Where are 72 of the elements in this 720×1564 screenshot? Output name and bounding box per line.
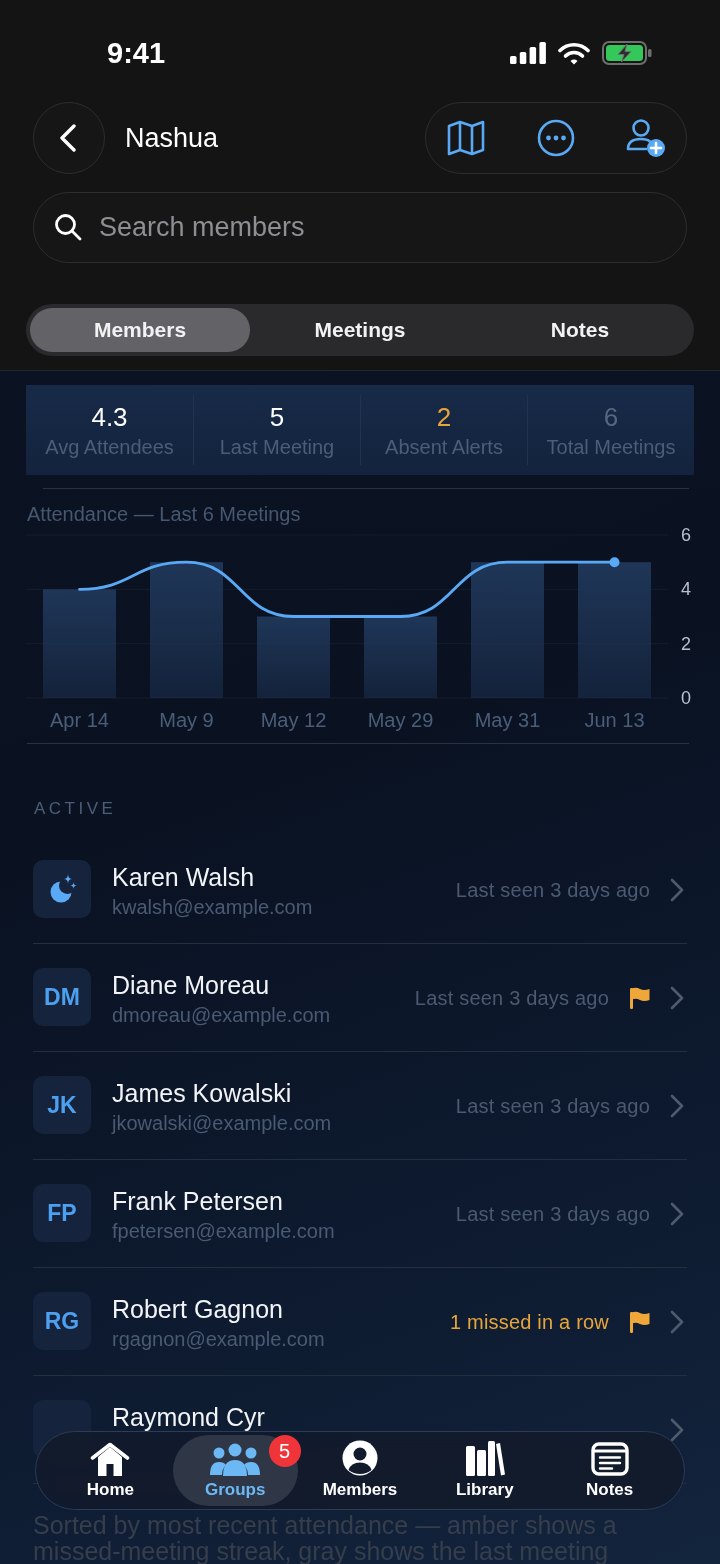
segment-tab[interactable]: Members xyxy=(30,308,250,352)
member-name[interactable]: Diane Moreau xyxy=(112,972,270,998)
member-name[interactable]: Karen Walsh xyxy=(112,864,255,890)
member-name[interactable]: Robert Gagnon xyxy=(112,1296,283,1322)
member-email: jkowalski@example.com xyxy=(112,1111,332,1135)
group-icon xyxy=(210,1442,261,1476)
stat-label: Avg Attendees xyxy=(45,436,174,458)
chevron-right-icon[interactable] xyxy=(670,1201,684,1226)
status-text: Last seen 3 days ago xyxy=(455,1201,650,1226)
moon-icon xyxy=(33,860,91,918)
status-text: Last seen 3 days ago xyxy=(455,877,650,902)
stat-value: 2 xyxy=(436,403,452,431)
x-axis-label: May 31 xyxy=(474,709,541,731)
back-icon xyxy=(59,124,76,152)
stat-label: Absent Alerts xyxy=(385,436,503,458)
stat-value: 6 xyxy=(603,403,619,431)
status-text: 1 missed in a row xyxy=(450,1309,609,1334)
x-axis-label: May 29 xyxy=(367,709,434,731)
chevron-right-icon[interactable] xyxy=(670,877,684,902)
wifi-icon xyxy=(558,41,590,65)
y-tick-label: 4 xyxy=(681,579,691,600)
avatar: JK xyxy=(33,1076,91,1134)
member-name[interactable]: Raymond Cyr xyxy=(112,1404,265,1430)
member-email: fpetersen@example.com xyxy=(112,1219,335,1243)
chevron-right-icon[interactable] xyxy=(670,1417,684,1442)
chevron-right-icon[interactable] xyxy=(670,1309,684,1334)
more-icon[interactable] xyxy=(536,119,575,157)
member-name[interactable]: Frank Petersen xyxy=(112,1188,283,1214)
member-email: dmoreau@example.com xyxy=(112,1003,331,1027)
books-icon xyxy=(464,1440,505,1476)
y-tick-label: 0 xyxy=(681,688,691,708)
notes-icon xyxy=(590,1442,629,1476)
page-title: Nashua xyxy=(125,122,219,154)
member-name[interactable]: James Kowalski xyxy=(112,1080,292,1106)
add-person-icon[interactable] xyxy=(626,118,666,158)
avatar: DM xyxy=(33,968,91,1026)
member-email: kwalsh@example.com xyxy=(112,895,313,919)
search-field[interactable]: Search members xyxy=(33,192,687,263)
segment-tab[interactable]: Notes xyxy=(470,308,690,352)
x-axis-label: Jun 13 xyxy=(584,709,645,731)
data-point xyxy=(609,557,620,568)
battery-icon xyxy=(602,41,652,65)
map-icon[interactable] xyxy=(447,120,485,156)
stat-value: 4.3 xyxy=(91,403,128,431)
status-text: Last seen 3 days ago xyxy=(414,985,609,1010)
tab-bar-item[interactable]: Groups 5 xyxy=(172,1435,298,1506)
x-axis-label: May 12 xyxy=(260,709,327,731)
y-tick-label: 2 xyxy=(681,633,691,654)
avatar: FP xyxy=(33,1184,91,1242)
status-time: 9:41 xyxy=(107,36,166,70)
x-axis-label: May 9 xyxy=(159,709,214,731)
home-icon xyxy=(90,1442,131,1476)
segment-tab[interactable]: Meetings xyxy=(250,308,470,352)
tab-bar-item[interactable]: Notes xyxy=(547,1435,672,1506)
search-icon xyxy=(54,213,82,241)
stat-label: Total Meetings xyxy=(546,436,676,458)
badge: 5 xyxy=(268,1435,301,1467)
stat-label: Last Meeting xyxy=(219,436,335,458)
person-icon xyxy=(342,1440,378,1476)
chevron-right-icon[interactable] xyxy=(670,1093,684,1118)
member-email: rgagnon@example.com xyxy=(112,1327,325,1351)
signal-icon xyxy=(510,42,546,64)
chevron-right-icon[interactable] xyxy=(670,985,684,1010)
y-tick-label: 6 xyxy=(681,527,691,545)
x-axis-label: Apr 14 xyxy=(50,709,109,731)
tab-bar-item[interactable]: Home xyxy=(48,1435,173,1506)
status-text: Last seen 3 days ago xyxy=(455,1093,650,1118)
tab-bar-item[interactable]: Library xyxy=(422,1435,548,1506)
stat-value: 5 xyxy=(269,403,285,431)
section-title: ACTIVE xyxy=(34,799,117,819)
chart-title: Attendance — Last 6 Meetings xyxy=(27,503,301,525)
avatar: RG xyxy=(33,1292,91,1350)
